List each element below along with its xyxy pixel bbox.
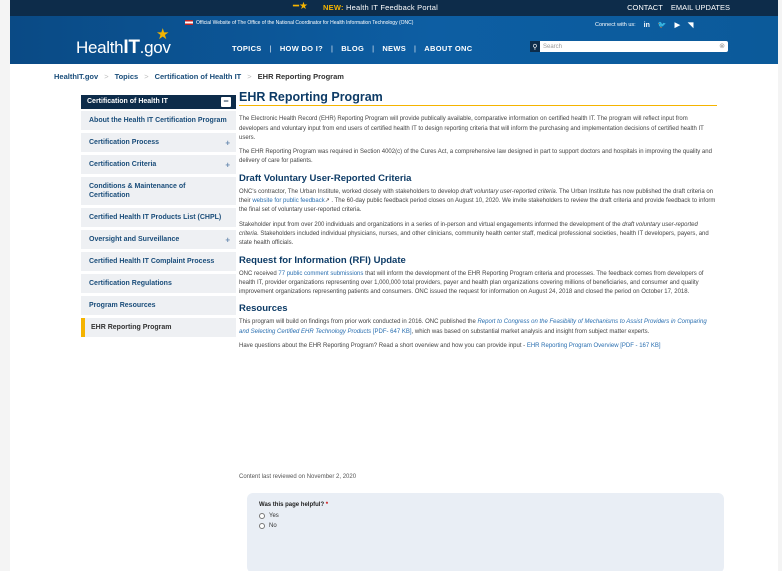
official-banner: Official Website of The Office of the Na… bbox=[185, 20, 413, 26]
page-title: EHR Reporting Program bbox=[239, 91, 717, 107]
star-icon: ━★ bbox=[293, 1, 308, 12]
search-input[interactable]: ⚲ Search ⊗ bbox=[530, 41, 728, 52]
expand-icon[interactable]: + bbox=[225, 138, 230, 147]
draft-paragraph-2: Stakeholder input from over 200 individu… bbox=[239, 221, 709, 247]
contact-link[interactable]: CONTACT bbox=[627, 3, 663, 12]
breadcrumb-current: EHR Reporting Program bbox=[257, 72, 344, 81]
site-header: Official Website of The Office of the Na… bbox=[10, 16, 778, 64]
collapse-icon[interactable]: − bbox=[221, 97, 231, 107]
rfi-paragraph: ONC received 77 public comment submissio… bbox=[239, 270, 704, 296]
sidebar-item-regulations[interactable]: Certification Regulations bbox=[81, 274, 236, 293]
section-heading-draft: Draft Voluntary User-Reported Criteria bbox=[239, 172, 412, 184]
nav-how-do-i[interactable]: HOW DO I? bbox=[280, 44, 323, 53]
twitter-icon[interactable]: 🐦 bbox=[658, 21, 667, 29]
nav-about-onc[interactable]: ABOUT ONC bbox=[424, 44, 472, 53]
radio-no[interactable] bbox=[259, 523, 265, 529]
logo-star-icon: ★ bbox=[156, 26, 170, 43]
feedback-option-no[interactable]: No bbox=[259, 523, 712, 529]
feedback-question: Was this page helpful? * bbox=[259, 502, 329, 508]
public-feedback-link[interactable]: website for public feedback bbox=[252, 198, 324, 204]
section-heading-resources: Resources bbox=[239, 303, 288, 315]
nav-blog[interactable]: BLOG bbox=[341, 44, 364, 53]
breadcrumb-certification[interactable]: Certification of Health IT bbox=[155, 72, 242, 81]
clear-search-icon[interactable]: ⊗ bbox=[719, 42, 725, 50]
feedback-panel: Was this page helpful? * Yes No bbox=[247, 493, 724, 571]
sidebar-item-ehr-reporting[interactable]: EHR Reporting Program bbox=[81, 318, 236, 337]
questions-paragraph: Have questions about the EHR Reporting P… bbox=[239, 343, 661, 350]
breadcrumb: HealthIT.gov > Topics > Certification of H… bbox=[54, 72, 344, 81]
sidebar-item-certification-process[interactable]: Certification Process + bbox=[81, 133, 236, 152]
section-heading-rfi: Request for Information (RFI) Update bbox=[239, 254, 406, 266]
main-content: EHR Reporting Program The Electronic Hea… bbox=[239, 91, 717, 356]
left-margin bbox=[0, 0, 10, 571]
breadcrumb-home[interactable]: HealthIT.gov bbox=[54, 72, 98, 81]
sidebar-item-oversight[interactable]: Oversight and Surveillance + bbox=[81, 230, 236, 249]
overview-pdf-link[interactable]: EHR Reporting Program Overview [PDF - 16… bbox=[527, 343, 661, 349]
announcement-link[interactable]: NEW: Health IT Feedback Portal bbox=[323, 3, 438, 12]
sidebar-heading[interactable]: Certification of Health IT − bbox=[81, 95, 236, 109]
feedback-option-yes[interactable]: Yes bbox=[259, 513, 712, 519]
search-icon[interactable]: ⚲ bbox=[530, 41, 540, 52]
public-comments-link[interactable]: 77 public comment submissions bbox=[278, 271, 363, 277]
sidebar-item-complaint[interactable]: Certified Health IT Complaint Process bbox=[81, 252, 236, 271]
radio-yes[interactable] bbox=[259, 513, 265, 519]
sidebar-item-about[interactable]: About the Health IT Certification Progra… bbox=[81, 111, 236, 130]
breadcrumb-topics[interactable]: Topics bbox=[115, 72, 139, 81]
right-margin bbox=[778, 0, 782, 571]
sidebar-item-certification-criteria[interactable]: Certification Criteria + bbox=[81, 155, 236, 174]
page: ━★ NEW: Health IT Feedback Portal CONTAC… bbox=[10, 0, 778, 571]
rss-icon[interactable]: ◥ bbox=[688, 21, 693, 29]
main-nav: TOPICS | HOW DO I? | BLOG | NEWS | ABOUT ONC bbox=[232, 44, 473, 53]
intro-paragraph-1: The Electronic Health Record (EHR) Repor… bbox=[239, 116, 704, 141]
resources-paragraph: This program will build on findings from… bbox=[239, 319, 707, 335]
expand-icon[interactable]: + bbox=[225, 235, 230, 244]
sidebar-item-resources[interactable]: Program Resources bbox=[81, 296, 236, 315]
email-updates-link[interactable]: EMAIL UPDATES bbox=[671, 3, 730, 12]
intro-paragraph-2: The EHR Reporting Program was required i… bbox=[239, 149, 712, 165]
site-logo[interactable]: ★ HealthIT.gov bbox=[76, 26, 171, 59]
last-reviewed: Content last reviewed on November 2, 202… bbox=[239, 474, 357, 480]
draft-paragraph-1: ONC's contractor, The Urban Institute, w… bbox=[239, 188, 716, 214]
linkedin-icon[interactable]: in bbox=[644, 22, 650, 29]
search-placeholder: Search bbox=[543, 43, 563, 50]
announcement-bar: ━★ NEW: Health IT Feedback Portal CONTAC… bbox=[10, 0, 778, 16]
sidebar-item-chpl[interactable]: Certified Health IT Products List (CHPL) bbox=[81, 208, 236, 227]
nav-news[interactable]: NEWS bbox=[382, 44, 406, 53]
us-flag-icon bbox=[185, 20, 193, 26]
youtube-icon[interactable]: ▶ bbox=[675, 21, 680, 29]
social-links: Connect with us: in 🐦 ▶ ◥ bbox=[595, 21, 694, 30]
nav-topics[interactable]: TOPICS bbox=[232, 44, 262, 53]
expand-icon[interactable]: + bbox=[225, 160, 230, 169]
sidebar: Certification of Health IT − About the H… bbox=[81, 95, 236, 340]
sidebar-item-conditions[interactable]: Conditions & Maintenance of Certificatio… bbox=[81, 177, 236, 205]
